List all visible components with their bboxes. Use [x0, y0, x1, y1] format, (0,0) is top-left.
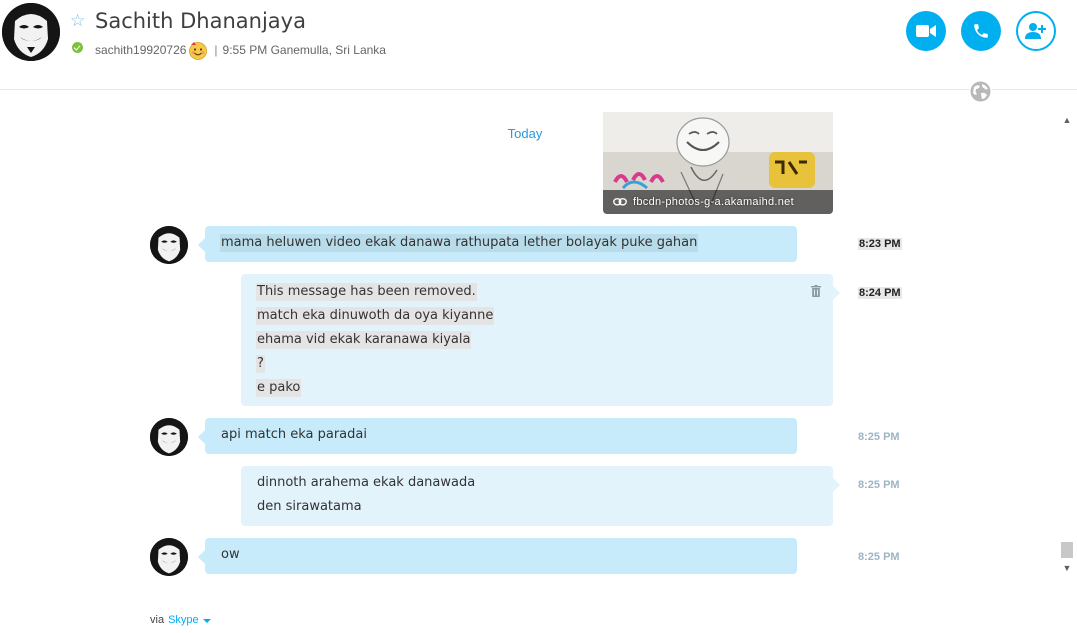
message-bubble-incoming[interactable]: mama heluwen video ekak danawa rathupata… [198, 226, 797, 262]
image-caption-text: fbcdn-photos-g-a.akamaihd.net [633, 196, 794, 208]
link-icon [613, 198, 627, 206]
shared-image-preview[interactable]: fbcdn-photos-g-a.akamaihd.net [603, 112, 833, 214]
image-source-link[interactable]: fbcdn-photos-g-a.akamaihd.net [603, 190, 833, 214]
message-timestamp: 8:25 PM [858, 431, 900, 443]
scroll-up-arrow-icon[interactable]: ▲ [1060, 112, 1074, 128]
message-timestamp: 8:25 PM [858, 479, 900, 491]
chat-scrollbar[interactable]: ▲ ▼ [1060, 112, 1074, 576]
message-text: match eka dinuwoth da oya kiyanne [256, 307, 495, 325]
contact-name: Sachith Dhananjaya [95, 9, 306, 33]
phone-icon [974, 24, 988, 38]
scroll-thumb[interactable] [1061, 542, 1073, 558]
contact-username: sachith19920726 [95, 43, 187, 57]
delete-trash-icon[interactable] [811, 285, 821, 297]
message-text: ow [221, 547, 240, 562]
subtitle-separator: | [214, 43, 218, 57]
via-service-selector: via Skype [150, 614, 211, 626]
message-bubble-incoming[interactable]: api match eka paradai [198, 418, 797, 454]
message-text: This message has been removed. [256, 283, 477, 301]
chevron-down-icon[interactable] [202, 619, 211, 623]
add-person-icon [1025, 23, 1046, 39]
mood-emoji-icon [188, 40, 208, 60]
message-bubble-outgoing[interactable]: This message has been removed. match eka… [241, 274, 840, 406]
day-separator: Today [507, 126, 543, 141]
globe-icon[interactable] [969, 80, 992, 103]
voice-call-button[interactable] [961, 11, 1001, 51]
video-camera-icon [916, 25, 936, 37]
message-timestamp: 8:24 PM [858, 287, 902, 299]
message-text: ? [256, 355, 265, 373]
contact-subtitle: sachith19920726 | 9:55 PM Ganemulla, Sri… [95, 40, 386, 60]
message-text: den sirawatama [257, 499, 362, 514]
message-timestamp: 8:25 PM [858, 551, 900, 563]
message-timestamp: 8:23 PM [858, 238, 902, 250]
conversation-header: ☆ Sachith Dhananjaya sachith19920726 | 9… [0, 0, 1077, 90]
message-text: mama heluwen video ekak danawa rathupata… [220, 234, 699, 252]
message-text: e pako [256, 379, 302, 397]
service-dropdown[interactable]: Skype [168, 614, 199, 626]
contact-avatar[interactable] [2, 3, 60, 61]
sender-avatar[interactable] [150, 538, 188, 576]
message-text: api match eka paradai [221, 427, 367, 442]
add-people-button[interactable] [1016, 11, 1056, 51]
via-label: via [150, 614, 165, 626]
message-text: ehama vid ekak karanawa kiyala [256, 331, 472, 349]
video-call-button[interactable] [906, 11, 946, 51]
favorite-star-icon[interactable]: ☆ [70, 12, 85, 29]
scroll-down-arrow-icon[interactable]: ▼ [1060, 560, 1074, 576]
contact-local-time: 9:55 PM Ganemulla, Sri Lanka [222, 43, 386, 57]
message-bubble-incoming[interactable]: ow [198, 538, 797, 574]
message-text: dinnoth arahema ekak danawada [257, 475, 476, 490]
sender-avatar[interactable] [150, 226, 188, 264]
message-bubble-outgoing[interactable]: dinnoth arahema ekak danawada den sirawa… [241, 466, 840, 526]
online-status-icon [72, 42, 83, 53]
sender-avatar[interactable] [150, 418, 188, 456]
